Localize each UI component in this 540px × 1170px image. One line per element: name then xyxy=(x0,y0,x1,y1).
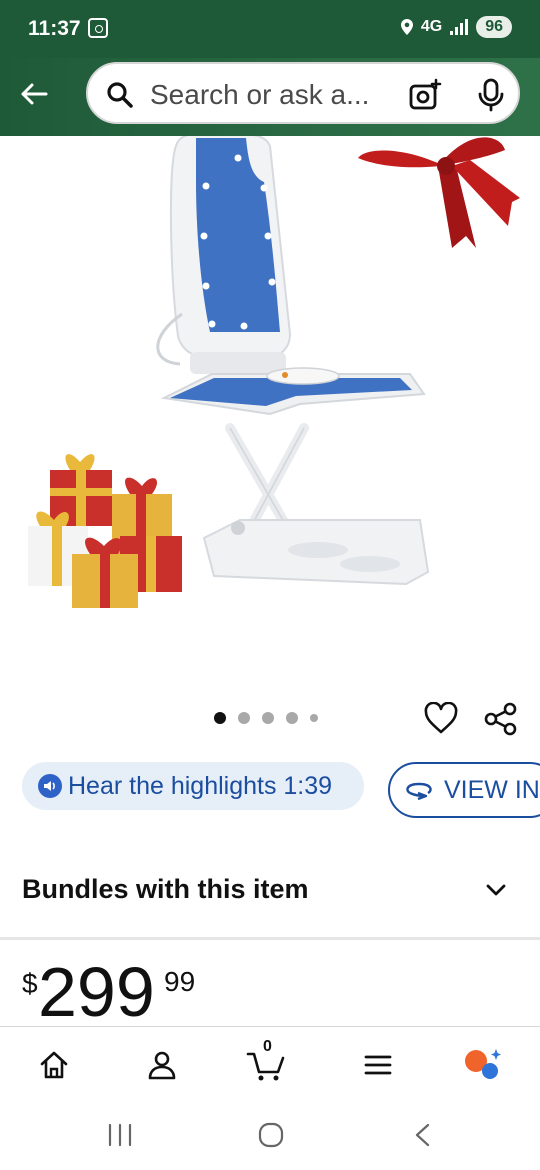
signal-icon xyxy=(450,19,469,35)
nav-account[interactable] xyxy=(142,1045,182,1085)
carousel-dot[interactable] xyxy=(262,712,274,724)
hear-highlights-button[interactable]: Hear the highlights 1:39 xyxy=(22,762,364,810)
image-carousel-dots[interactable] xyxy=(214,712,318,724)
chevron-down-icon[interactable] xyxy=(484,878,508,902)
carousel-dot[interactable] xyxy=(214,712,226,724)
nav-menu[interactable] xyxy=(358,1045,398,1085)
shower-chair-image xyxy=(28,136,520,608)
carousel-dot[interactable] xyxy=(310,714,318,722)
view-in-3d-icon xyxy=(406,782,432,801)
microphone-icon[interactable] xyxy=(476,78,506,112)
back-arrow-icon[interactable] xyxy=(16,76,52,112)
system-navigation-bar xyxy=(0,1102,540,1170)
carousel-dot[interactable] xyxy=(238,712,250,724)
app-header: Search or ask a... xyxy=(0,58,540,136)
visual-search-camera-icon[interactable] xyxy=(408,78,442,112)
screenshot-icon xyxy=(88,18,108,38)
bundles-title: Bundles with this item xyxy=(22,874,309,904)
account-icon xyxy=(148,1051,176,1080)
search-icon xyxy=(107,82,133,108)
price-dollars: 299 xyxy=(38,953,155,1031)
status-indicators: 4G 96 xyxy=(400,16,512,38)
search-input[interactable]: Search or ask a... xyxy=(86,62,520,124)
recent-apps-icon[interactable] xyxy=(106,1122,134,1148)
price-currency: $ xyxy=(22,968,38,999)
battery-badge: 96 xyxy=(476,16,512,38)
system-back-icon[interactable] xyxy=(410,1122,436,1148)
price-cents: 99 xyxy=(164,966,196,997)
section-divider xyxy=(0,937,540,940)
view-in-label: VIEW IN xyxy=(444,775,540,804)
favorite-heart-icon[interactable] xyxy=(424,702,458,736)
nav-cart[interactable]: 0 xyxy=(246,1038,286,1085)
bottom-navigation: 0 xyxy=(0,1026,540,1102)
system-home-icon[interactable] xyxy=(258,1122,284,1148)
home-icon xyxy=(40,1051,68,1079)
audio-speaker-icon xyxy=(38,774,62,798)
ribbon-bow-graphic xyxy=(358,137,520,248)
search-placeholder: Search or ask a... xyxy=(150,79,370,110)
location-icon xyxy=(400,19,413,35)
carousel-dot[interactable] xyxy=(286,712,298,724)
status-bar: 11:37 4G 96 xyxy=(0,0,540,58)
nav-home[interactable] xyxy=(34,1045,74,1085)
status-time: 11:37 xyxy=(28,17,81,40)
share-icon[interactable] xyxy=(484,702,518,736)
nav-assistant[interactable] xyxy=(462,1045,502,1085)
network-type: 4G xyxy=(420,18,443,35)
menu-icon xyxy=(364,1055,392,1075)
cart-count: 0 xyxy=(263,1038,272,1055)
view-in-room-button[interactable]: VIEW IN xyxy=(388,762,540,818)
product-image[interactable] xyxy=(0,136,540,696)
assistant-icon xyxy=(465,1049,501,1079)
hear-highlights-label: Hear the highlights 1:39 xyxy=(68,771,333,800)
bundles-accordion[interactable]: Bundles with this item xyxy=(0,846,540,936)
gift-boxes-graphic xyxy=(28,454,182,608)
